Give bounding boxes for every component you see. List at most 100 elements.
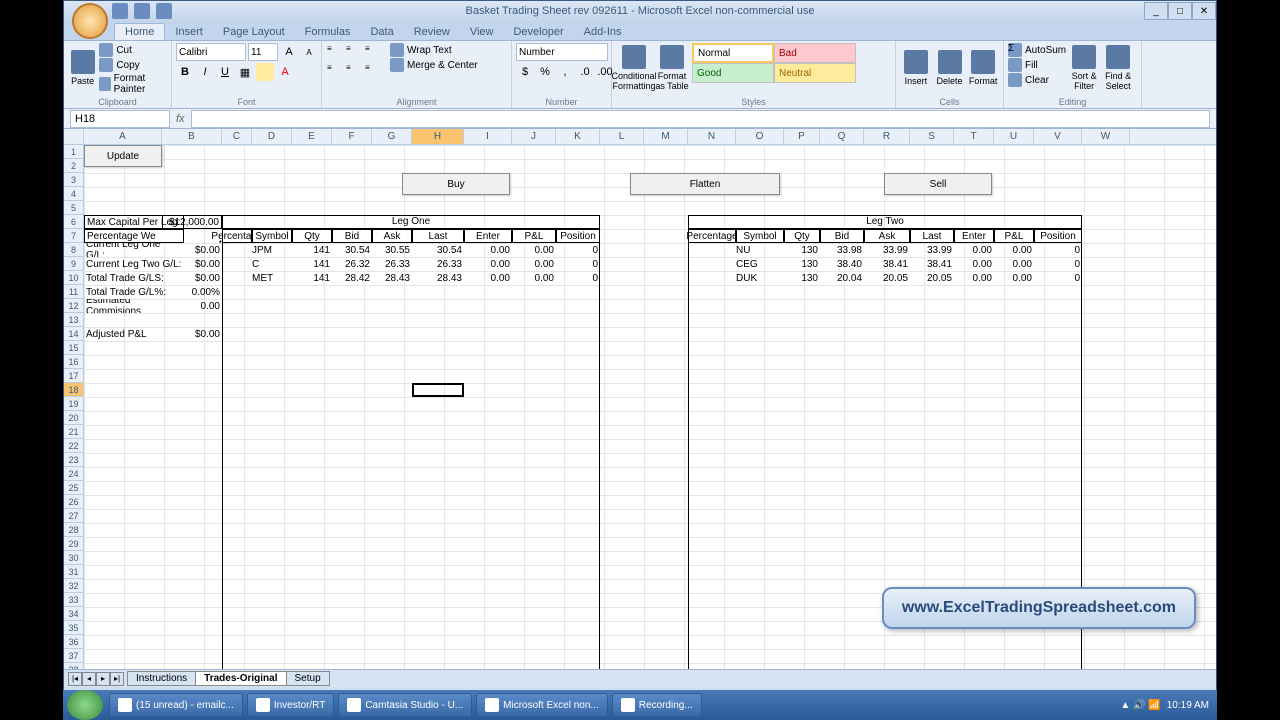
align-top-right-icon[interactable]: ≡ (364, 43, 382, 61)
save-icon[interactable] (112, 3, 128, 19)
row-header-14[interactable]: 14 (64, 327, 84, 341)
row-header-29[interactable]: 29 (64, 537, 84, 551)
taskbar-item[interactable]: Recording... (612, 693, 702, 717)
row-header-20[interactable]: 20 (64, 411, 84, 425)
office-button[interactable] (72, 3, 108, 39)
select-all-corner[interactable] (64, 129, 84, 144)
col-header-K[interactable]: K (556, 129, 600, 144)
percent-button[interactable]: % (536, 63, 554, 81)
name-box[interactable] (70, 110, 170, 128)
col-header-G[interactable]: G (372, 129, 412, 144)
row-header-21[interactable]: 21 (64, 425, 84, 439)
tab-nav-prev[interactable]: ◂ (82, 672, 96, 686)
increase-decimal-icon[interactable]: .0 (576, 63, 594, 81)
row-header-10[interactable]: 10 (64, 271, 84, 285)
ribbon-tab-review[interactable]: Review (404, 24, 460, 40)
row-header-19[interactable]: 19 (64, 397, 84, 411)
flatten-button[interactable]: Flatten (630, 173, 780, 195)
taskbar-item[interactable]: Microsoft Excel non... (476, 693, 608, 717)
font-name-select[interactable] (176, 43, 246, 61)
tray-icons[interactable]: ▲ 🔊 📶 (1120, 700, 1160, 711)
fill-button[interactable]: Fill (1008, 58, 1066, 72)
col-header-M[interactable]: M (644, 129, 688, 144)
currency-button[interactable]: $ (516, 63, 534, 81)
row-header-35[interactable]: 35 (64, 621, 84, 635)
undo-icon[interactable] (134, 3, 150, 19)
sheet-tab-trades-original[interactable]: Trades-Original (195, 671, 286, 686)
formula-input[interactable] (191, 110, 1210, 128)
align-right-icon[interactable]: ≡ (364, 62, 382, 80)
col-header-L[interactable]: L (600, 129, 644, 144)
paste-button[interactable]: Paste (68, 43, 97, 93)
row-header-38[interactable]: 38 (64, 663, 84, 669)
number-format-select[interactable] (516, 43, 608, 61)
font-color-button[interactable]: A (276, 63, 294, 81)
clock[interactable]: 10:19 AM (1167, 700, 1209, 711)
ribbon-tab-data[interactable]: Data (360, 24, 403, 40)
row-header-34[interactable]: 34 (64, 607, 84, 621)
col-header-V[interactable]: V (1034, 129, 1082, 144)
sell-button[interactable]: Sell (884, 173, 992, 195)
comma-button[interactable]: , (556, 63, 574, 81)
row-header-32[interactable]: 32 (64, 579, 84, 593)
minimize-button[interactable]: _ (1144, 2, 1168, 20)
align-top-center-icon[interactable]: ≡ (345, 43, 363, 61)
format-as-table-button[interactable]: Format as Table (654, 43, 690, 93)
ribbon-tab-developer[interactable]: Developer (503, 24, 573, 40)
row-header-27[interactable]: 27 (64, 509, 84, 523)
row-header-3[interactable]: 3 (64, 173, 84, 187)
sort-filter-button[interactable]: Sort & Filter (1068, 43, 1100, 93)
col-header-O[interactable]: O (736, 129, 784, 144)
cut-button[interactable]: Cut (99, 43, 167, 57)
format-painter-button[interactable]: Format Painter (99, 73, 167, 95)
row-header-5[interactable]: 5 (64, 201, 84, 215)
conditional-formatting-button[interactable]: Conditional Formatting (616, 43, 652, 93)
row-header-37[interactable]: 37 (64, 649, 84, 663)
font-size-select[interactable] (248, 43, 278, 61)
border-button[interactable]: ▦ (236, 63, 254, 81)
row-header-13[interactable]: 13 (64, 313, 84, 327)
merge-center-button[interactable]: Merge & Center (390, 58, 478, 72)
find-select-button[interactable]: Find & Select (1102, 43, 1134, 93)
row-header-4[interactable]: 4 (64, 187, 84, 201)
sheet-tab-instructions[interactable]: Instructions (127, 671, 196, 686)
col-header-F[interactable]: F (332, 129, 372, 144)
row-header-36[interactable]: 36 (64, 635, 84, 649)
tab-nav-last[interactable]: ▸| (110, 672, 124, 686)
row-header-1[interactable]: 1 (64, 145, 84, 159)
row-header-17[interactable]: 17 (64, 369, 84, 383)
col-header-E[interactable]: E (292, 129, 332, 144)
delete-cells-button[interactable]: Delete (934, 43, 966, 93)
style-normal[interactable]: Normal (692, 43, 774, 63)
row-header-22[interactable]: 22 (64, 439, 84, 453)
shrink-font-icon[interactable]: A (300, 43, 318, 61)
align-top-left-icon[interactable]: ≡ (326, 43, 344, 61)
italic-button[interactable]: I (196, 63, 214, 81)
copy-button[interactable]: Copy (99, 58, 167, 72)
ribbon-tab-home[interactable]: Home (114, 23, 165, 40)
close-button[interactable]: ✕ (1192, 2, 1216, 20)
row-header-9[interactable]: 9 (64, 257, 84, 271)
col-header-N[interactable]: N (688, 129, 736, 144)
col-header-R[interactable]: R (864, 129, 910, 144)
redo-icon[interactable] (156, 3, 172, 19)
row-header-25[interactable]: 25 (64, 481, 84, 495)
fx-label[interactable]: fx (176, 113, 185, 125)
bold-button[interactable]: B (176, 63, 194, 81)
row-header-7[interactable]: 7 (64, 229, 84, 243)
buy-button[interactable]: Buy (402, 173, 510, 195)
col-header-B[interactable]: B (162, 129, 222, 144)
worksheet-grid[interactable]: ABCDEFGHIJKLMNOPQRSTUVW 1234567891011121… (64, 129, 1216, 669)
col-header-S[interactable]: S (910, 129, 954, 144)
ribbon-tab-formulas[interactable]: Formulas (295, 24, 361, 40)
update-button[interactable]: Update (84, 145, 162, 167)
row-header-23[interactable]: 23 (64, 453, 84, 467)
col-header-U[interactable]: U (994, 129, 1034, 144)
style-good[interactable]: Good (692, 63, 774, 83)
start-button[interactable] (67, 690, 103, 720)
ribbon-tab-view[interactable]: View (460, 24, 504, 40)
ribbon-tab-add-ins[interactable]: Add-Ins (574, 24, 632, 40)
style-bad[interactable]: Bad (774, 43, 856, 63)
maximize-button[interactable]: □ (1168, 2, 1192, 20)
col-header-W[interactable]: W (1082, 129, 1130, 144)
